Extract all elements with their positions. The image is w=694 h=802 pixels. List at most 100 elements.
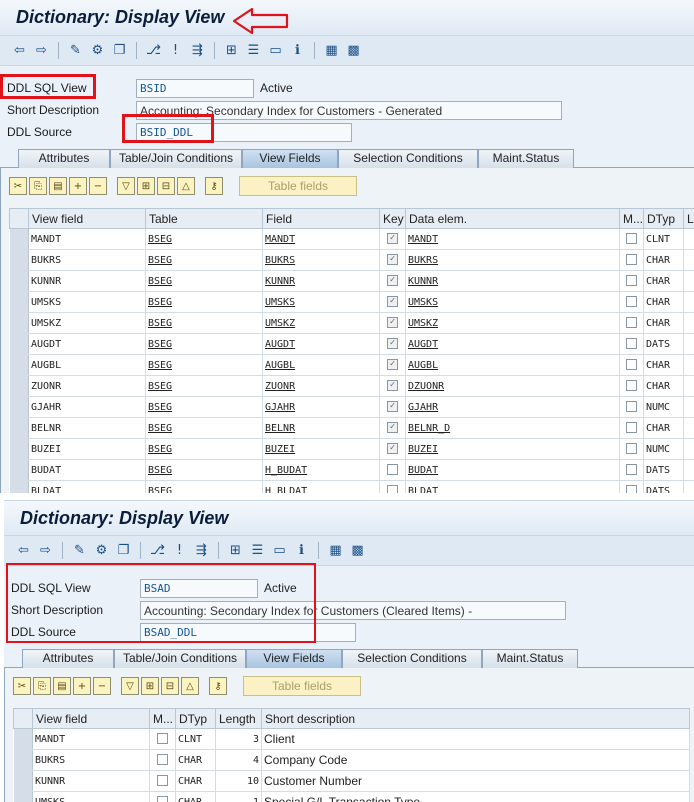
column-header-dtyp[interactable]: DTyp	[643, 208, 684, 229]
m-checkbox[interactable]	[626, 422, 637, 434]
m-checkbox[interactable]	[626, 485, 637, 493]
column-header-data-element[interactable]: Data elem.	[405, 208, 620, 229]
column-header-length[interactable]: L	[683, 208, 694, 229]
table-row[interactable]: ZUONR BSEG ZUONR ✓ DZUONR CHAR	[9, 375, 694, 397]
ddl-source-field[interactable]: BSAD_DDL	[140, 622, 356, 642]
check-icon[interactable]: !	[166, 41, 185, 60]
m-cell[interactable]	[149, 791, 176, 802]
table-row[interactable]: GJAHR BSEG GJAHR ✓ GJAHR NUMC	[9, 396, 694, 418]
select-all-cell[interactable]	[9, 208, 29, 229]
view-field-cell[interactable]: MANDT	[32, 728, 150, 750]
stack-icon[interactable]: ☰	[248, 541, 267, 560]
tab-view-fields[interactable]: View Fields	[242, 149, 338, 168]
table-fields-button[interactable]: Table fields	[239, 176, 357, 196]
table-cell[interactable]: BSEG	[145, 249, 263, 271]
paste-icon[interactable]: ▤	[53, 677, 71, 695]
view-field-cell[interactable]: GJAHR	[28, 396, 146, 418]
column-header-table[interactable]: Table	[145, 208, 263, 229]
field-cell[interactable]: GJAHR	[262, 396, 380, 418]
table-cell[interactable]: BSEG	[145, 312, 263, 334]
view-field-cell[interactable]: UMSKS	[28, 291, 146, 313]
grid-icon[interactable]: ▩	[344, 41, 363, 60]
row-selector[interactable]	[9, 270, 29, 292]
layout-icon[interactable]: ▦	[326, 541, 345, 560]
m-cell[interactable]	[619, 270, 644, 292]
data-element-cell[interactable]: BLDAT	[405, 480, 620, 493]
key-cell[interactable]: ✓	[379, 396, 406, 418]
table-row[interactable]: MANDT BSEG MANDT ✓ MANDT CLNT	[9, 228, 694, 250]
where-used-icon[interactable]: ⎇	[148, 541, 167, 560]
row-selector[interactable]	[9, 396, 29, 418]
insert-row-icon[interactable]: +	[69, 177, 87, 195]
view-field-cell[interactable]: AUGDT	[28, 333, 146, 355]
data-element-cell[interactable]: BUDAT	[405, 459, 620, 481]
row-selector[interactable]	[13, 749, 33, 771]
info-icon[interactable]: ℹ	[288, 41, 307, 60]
m-cell[interactable]	[619, 375, 644, 397]
m-cell[interactable]	[619, 291, 644, 313]
m-cell[interactable]	[619, 396, 644, 418]
view-field-cell[interactable]: KUNNR	[28, 270, 146, 292]
key-cell[interactable]: ✓	[379, 333, 406, 355]
table-cell[interactable]: BSEG	[145, 417, 263, 439]
key-checkbox[interactable]: ✓	[387, 338, 398, 350]
field-cell[interactable]: MANDT	[262, 228, 380, 250]
view-field-cell[interactable]: KUNNR	[32, 770, 150, 792]
key-cell[interactable]	[379, 480, 406, 493]
key-checkbox[interactable]: ✓	[387, 359, 398, 371]
view-field-cell[interactable]: BLDAT	[28, 480, 146, 493]
tab-selection-conditions[interactable]: Selection Conditions	[342, 649, 482, 668]
select-block-icon[interactable]: ⊞	[141, 677, 159, 695]
field-cell[interactable]: BELNR	[262, 417, 380, 439]
row-selector[interactable]	[13, 791, 33, 802]
m-checkbox[interactable]	[626, 380, 637, 392]
key-checkbox[interactable]	[387, 485, 398, 493]
tab-view-fields[interactable]: View Fields	[246, 649, 342, 668]
data-element-cell[interactable]: KUNNR	[405, 270, 620, 292]
deselect-icon[interactable]: ⊟	[161, 677, 179, 695]
m-checkbox[interactable]	[626, 464, 637, 476]
display-change-icon[interactable]: ✎	[66, 41, 85, 60]
activate-icon[interactable]: ⚙	[92, 541, 111, 560]
stack-icon[interactable]: ☰	[244, 41, 263, 60]
column-header-field[interactable]: Field	[262, 208, 380, 229]
key-checkbox[interactable]: ✓	[387, 296, 398, 308]
key-cell[interactable]: ✓	[379, 291, 406, 313]
m-checkbox[interactable]	[157, 733, 168, 745]
display-object-list-icon[interactable]: ▭	[266, 41, 285, 60]
m-cell[interactable]	[619, 312, 644, 334]
m-cell[interactable]	[149, 749, 176, 771]
key-cell[interactable]: ✓	[379, 312, 406, 334]
row-selector[interactable]	[9, 417, 29, 439]
table-row[interactable]: MANDT CLNT 3 Client	[13, 728, 690, 750]
tab-table-join-conditions[interactable]: Table/Join Conditions	[110, 149, 242, 168]
delete-row-icon[interactable]: −	[89, 177, 107, 195]
table-cell[interactable]: BSEG	[145, 333, 263, 355]
view-field-cell[interactable]: UMSKS	[32, 791, 150, 802]
view-field-cell[interactable]: UMSKZ	[28, 312, 146, 334]
key-cell[interactable]: ✓	[379, 417, 406, 439]
view-field-cell[interactable]: AUGBL	[28, 354, 146, 376]
table-row[interactable]: UMSKZ BSEG UMSKZ ✓ UMSKZ CHAR	[9, 312, 694, 334]
m-cell[interactable]	[619, 438, 644, 460]
navigate-icon[interactable]: ⇶	[188, 41, 207, 60]
data-element-cell[interactable]: AUGDT	[405, 333, 620, 355]
row-selector[interactable]	[13, 728, 33, 750]
forward-arrow-icon[interactable]: ⇨	[32, 41, 51, 60]
field-cell[interactable]: KUNNR	[262, 270, 380, 292]
key-cell[interactable]	[379, 459, 406, 481]
data-element-cell[interactable]: AUGBL	[405, 354, 620, 376]
key-cell[interactable]: ✓	[379, 438, 406, 460]
info-icon[interactable]: ℹ	[292, 541, 311, 560]
key-cell[interactable]: ✓	[379, 375, 406, 397]
view-field-cell[interactable]: BELNR	[28, 417, 146, 439]
m-checkbox[interactable]	[626, 296, 637, 308]
other-object-icon[interactable]: ❐	[114, 541, 133, 560]
tab-table-join-conditions[interactable]: Table/Join Conditions	[114, 649, 246, 668]
tab-selection-conditions[interactable]: Selection Conditions	[338, 149, 478, 168]
data-element-cell[interactable]: BELNR_D	[405, 417, 620, 439]
table-cell[interactable]: BSEG	[145, 270, 263, 292]
m-cell[interactable]	[619, 417, 644, 439]
field-cell[interactable]: BUZEI	[262, 438, 380, 460]
view-field-cell[interactable]: BUKRS	[32, 749, 150, 771]
